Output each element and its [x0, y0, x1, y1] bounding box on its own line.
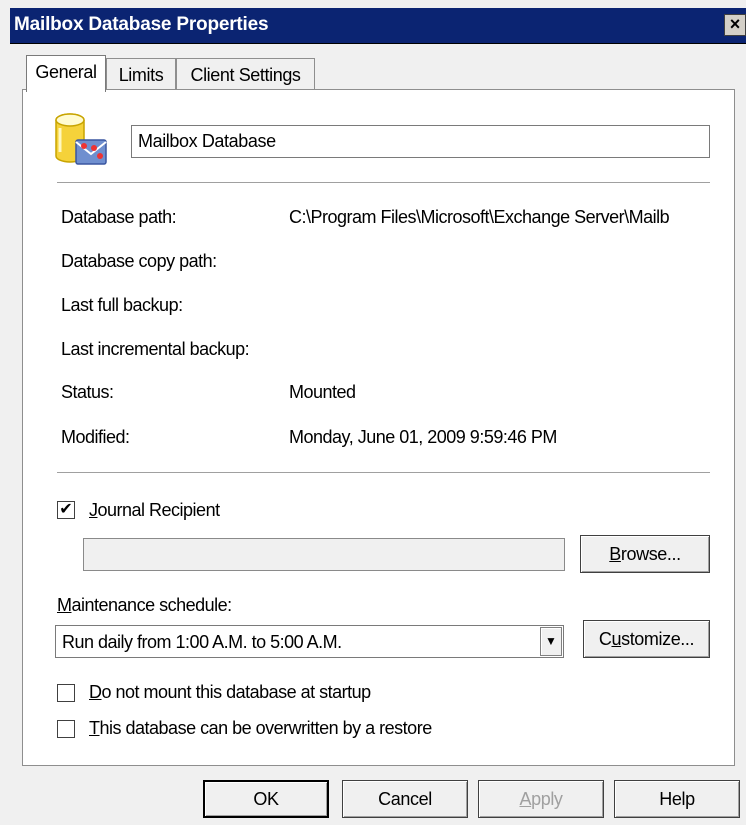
hotkey-letter: A — [519, 789, 532, 809]
button-label: stomize... — [621, 629, 695, 649]
tab-label: Limits — [118, 65, 164, 85]
dropdown-arrow-icon[interactable]: ▼ — [540, 627, 562, 656]
maintenance-schedule-label: Maintenance schedule: — [57, 595, 232, 616]
ok-button[interactable]: OK — [203, 780, 329, 818]
modified-label: Modified: — [61, 427, 130, 447]
hotkey-letter: B — [609, 544, 621, 564]
arrow-glyph: ▼ — [545, 634, 557, 648]
database-icon — [55, 113, 107, 165]
hotkey-letter: T — [89, 718, 100, 738]
tab-label: General — [35, 62, 97, 82]
tab-limits[interactable]: Limits — [106, 58, 176, 92]
journal-recipient-field[interactable] — [83, 538, 565, 571]
last-full-backup-label: Last full backup: — [61, 295, 183, 315]
hotkey-letter: u — [611, 629, 622, 649]
separator — [57, 472, 710, 474]
status-label: Status: — [61, 382, 114, 402]
browse-button[interactable]: Browse... — [580, 535, 710, 573]
journal-recipient-checkbox[interactable]: ✔ — [57, 501, 75, 519]
close-icon: × — [729, 14, 741, 34]
do-not-mount-checkbox[interactable] — [57, 684, 75, 702]
database-path-value: C:\Program Files\Microsoft\Exchange Serv… — [289, 207, 670, 227]
tab-general[interactable]: General — [26, 55, 106, 92]
database-path-label: Database path: — [61, 207, 177, 227]
label-text: his database can be overwritten by a res… — [99, 718, 433, 738]
button-label: Help — [659, 789, 695, 809]
tab-label: Client Settings — [190, 65, 301, 85]
label-text: aintenance schedule: — [71, 595, 233, 615]
tab-client-settings[interactable]: Client Settings — [176, 58, 315, 92]
button-label: OK — [253, 789, 279, 809]
cancel-button[interactable]: Cancel — [342, 780, 468, 818]
button-label: Cancel — [378, 789, 432, 809]
do-not-mount-label[interactable]: Do not mount this database at startup — [89, 682, 371, 703]
journal-recipient-label[interactable]: Journal Recipient — [89, 500, 220, 521]
checkmark-icon: ✔ — [59, 501, 73, 518]
button-label: rowse... — [620, 544, 681, 564]
hotkey-letter: D — [89, 682, 102, 702]
customize-button[interactable]: Customize... — [583, 620, 710, 658]
hotkey-letter: M — [57, 595, 72, 615]
maintenance-schedule-select[interactable]: Run daily from 1:00 A.M. to 5:00 A.M. ▼ — [55, 625, 564, 658]
maintenance-schedule-value: Run daily from 1:00 A.M. to 5:00 A.M. — [62, 632, 342, 652]
last-incremental-backup-label: Last incremental backup: — [61, 339, 250, 359]
separator — [57, 182, 710, 184]
general-tab-panel: Database path: C:\Program Files\Microsof… — [22, 89, 735, 766]
hotkey-letter: J — [89, 500, 98, 520]
database-copy-path-label: Database copy path: — [61, 251, 217, 271]
apply-button[interactable]: Apply — [478, 780, 604, 818]
status-value: Mounted — [289, 382, 356, 402]
help-button[interactable]: Help — [614, 780, 740, 818]
database-name-input[interactable] — [131, 125, 710, 158]
close-button[interactable]: × — [724, 14, 746, 36]
properties-dialog: Mailbox Database Properties × General Li… — [0, 0, 746, 825]
allow-overwrite-checkbox[interactable] — [57, 720, 75, 738]
label-text: o not mount this database at startup — [101, 682, 372, 702]
title-bar[interactable]: Mailbox Database Properties × — [10, 8, 746, 44]
button-label-prefix: C — [598, 629, 612, 649]
button-label: pply — [531, 789, 563, 809]
window-title: Mailbox Database Properties — [14, 14, 269, 35]
label-text: ournal Recipient — [97, 500, 221, 520]
allow-overwrite-label[interactable]: This database can be overwritten by a re… — [89, 718, 432, 739]
modified-value: Monday, June 01, 2009 9:59:46 PM — [289, 427, 557, 447]
